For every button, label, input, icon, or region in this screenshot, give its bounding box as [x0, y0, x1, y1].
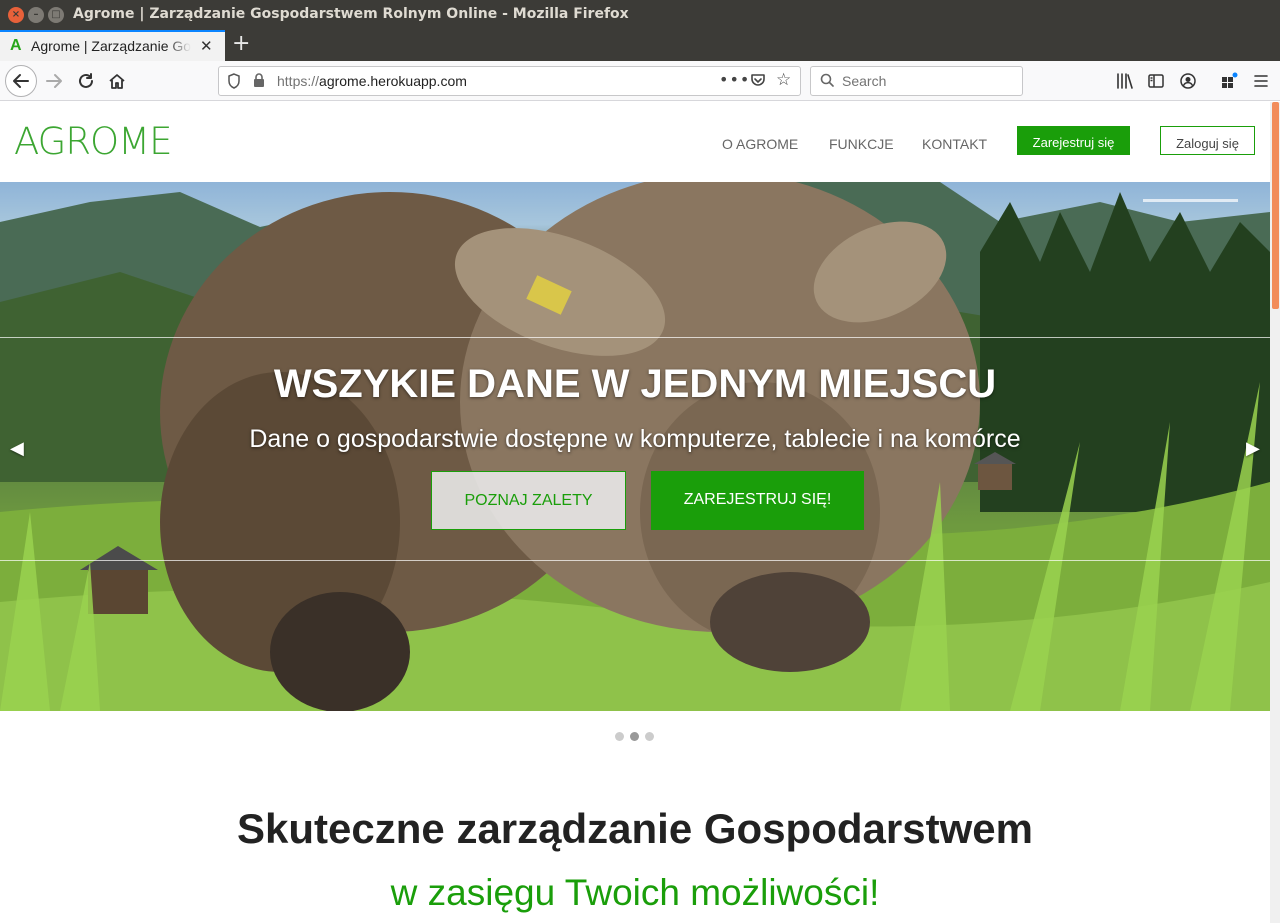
nav-link-o-agrome[interactable]: O AGROME: [722, 136, 798, 152]
maximize-window-button[interactable]: □: [48, 7, 64, 23]
url-host: agrome.herokuapp.com: [319, 73, 467, 89]
search-placeholder: Search: [842, 73, 887, 89]
hero-carousel: WSZYKIE DANE W JEDNYM MIEJSCU Dane o gos…: [0, 182, 1270, 711]
tab-agrome[interactable]: A Agrome | Zarządzanie Gospodarstwem Rol…: [0, 30, 225, 61]
tab-strip: A Agrome | Zarządzanie Gospodarstwem Rol…: [0, 30, 1280, 61]
nav-link-funkcje[interactable]: FUNKCJE: [829, 136, 894, 152]
account-icon[interactable]: [1180, 73, 1196, 89]
agrome-logo[interactable]: AGROME: [14, 120, 172, 163]
url-scheme: https://: [277, 73, 320, 89]
page-actions-more-icon[interactable]: •••: [719, 70, 750, 89]
nav-link-kontakt[interactable]: KONTAKT: [922, 136, 987, 152]
search-icon: [820, 73, 834, 87]
sidebar-icon[interactable]: [1148, 73, 1164, 89]
tab-close-icon[interactable]: ✕: [200, 37, 213, 55]
menu-icon[interactable]: [1254, 74, 1268, 88]
extensions-icon[interactable]: [1220, 71, 1240, 91]
register-button[interactable]: Zarejestruj się: [1017, 126, 1130, 155]
home-button[interactable]: [104, 68, 130, 94]
back-button[interactable]: [5, 65, 37, 97]
hero-top-accent-line: [1143, 199, 1238, 202]
pocket-icon[interactable]: [750, 72, 766, 88]
bookmark-star-icon[interactable]: ☆: [776, 70, 791, 90]
intro-title: Skuteczne zarządzanie Gospodarstwem: [0, 805, 1270, 853]
hero-divider-top: [0, 337, 1270, 338]
web-page: AGROME O AGROME FUNKCJE KONTAKT Zarejest…: [0, 102, 1270, 923]
new-tab-button[interactable]: +: [232, 31, 250, 56]
site-header: AGROME O AGROME FUNKCJE KONTAKT Zarejest…: [0, 102, 1270, 182]
window-titlebar: × – □ Agrome | Zarządzanie Gospodarstwem…: [0, 0, 1280, 30]
forward-button[interactable]: [41, 68, 67, 94]
tab-label: Agrome | Zarządzanie Gospodarstwem Rolny…: [31, 38, 191, 54]
window-title: Agrome | Zarządzanie Gospodarstwem Rolny…: [73, 6, 629, 22]
reload-button[interactable]: [73, 68, 99, 94]
agrome-favicon-icon: A: [10, 37, 22, 54]
reload-icon: [79, 73, 93, 88]
search-bar[interactable]: Search: [810, 66, 1023, 96]
arrow-right-icon: [46, 74, 62, 88]
intro-subtitle: w zasięgu Twoich możliwości!: [390, 872, 880, 913]
hero-subtitle: Dane o gospodarstwie dostępne w komputer…: [249, 425, 1021, 453]
intro-title-bold: Gospodarstwem: [703, 805, 1033, 852]
window-controls: × – □: [8, 7, 64, 23]
hero-title: WSZYKIE DANE W JEDNYM MIEJSCU: [273, 362, 997, 406]
tracking-shield-icon[interactable]: [227, 73, 241, 89]
page-scrollbar-thumb[interactable]: [1272, 102, 1279, 309]
address-bar[interactable]: https://agrome.herokuapp.com ••• ☆: [218, 66, 801, 96]
close-window-button[interactable]: ×: [8, 7, 24, 23]
login-button[interactable]: Zaloguj się: [1160, 126, 1255, 155]
carousel-dot-3[interactable]: [645, 732, 654, 741]
arrow-left-icon: [13, 74, 29, 88]
carousel-prev-icon[interactable]: ◀: [10, 438, 24, 459]
home-icon: [109, 74, 125, 89]
hero-register-button[interactable]: ZAREJESTRUJ SIĘ!: [651, 471, 864, 530]
hero-divider-bottom: [0, 560, 1270, 561]
lock-icon[interactable]: [253, 73, 265, 87]
minimize-window-button[interactable]: –: [28, 7, 44, 23]
url-text[interactable]: https://agrome.herokuapp.com: [277, 73, 467, 89]
intro-title-plain: Skuteczne zarządzanie: [237, 805, 704, 852]
library-icon[interactable]: [1116, 73, 1134, 89]
navigation-toolbar: https://agrome.herokuapp.com ••• ☆ Searc…: [0, 61, 1280, 101]
carousel-next-icon[interactable]: ▶: [1246, 438, 1260, 459]
carousel-indicators: [615, 732, 654, 741]
carousel-dot-2[interactable]: [630, 732, 639, 741]
learn-benefits-button[interactable]: POZNAJ ZALETY: [431, 471, 626, 530]
carousel-dot-1[interactable]: [615, 732, 624, 741]
